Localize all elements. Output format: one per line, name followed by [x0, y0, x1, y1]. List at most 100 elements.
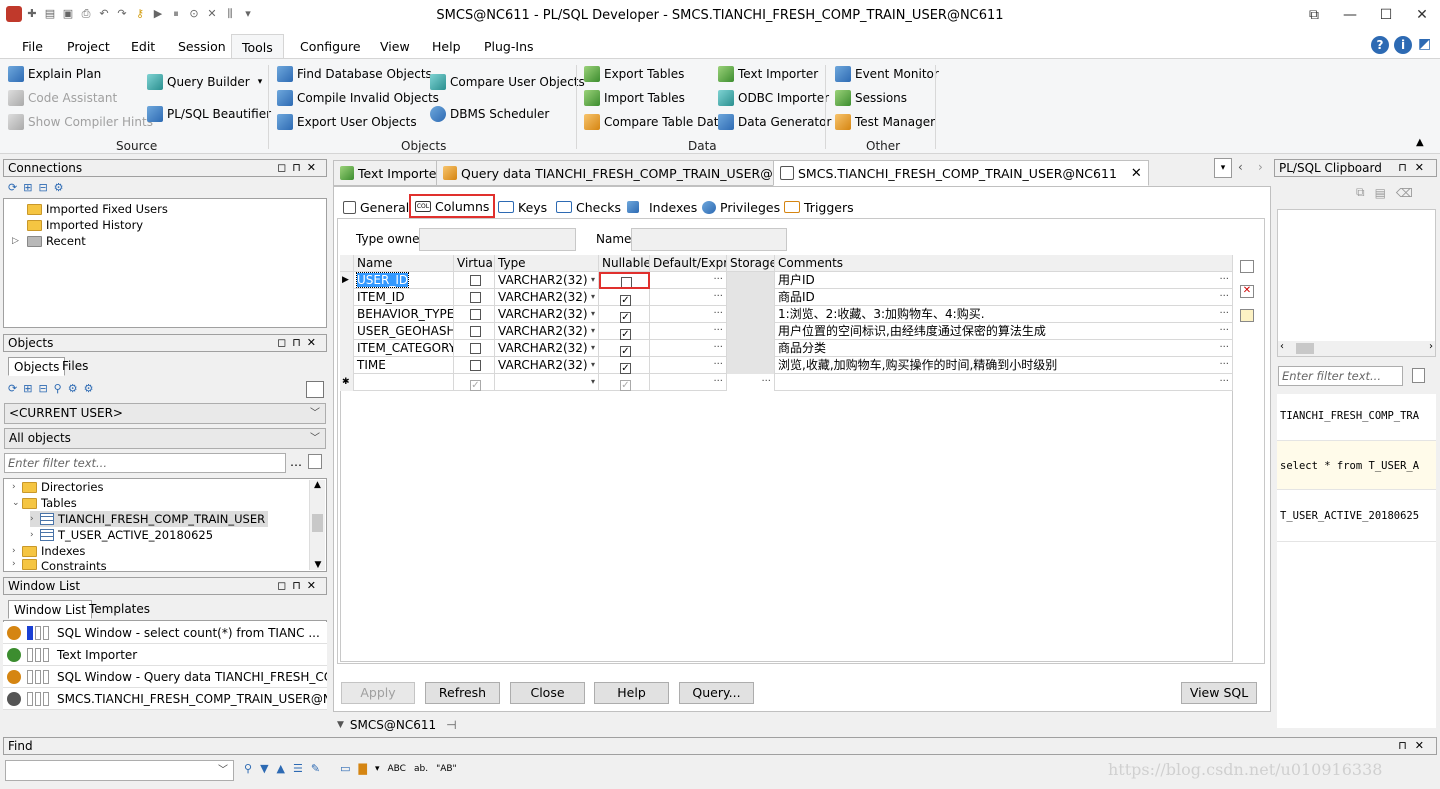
tree-item[interactable]: ⌄ Tables	[12, 495, 77, 511]
scroll-thumb[interactable]	[1296, 343, 1314, 354]
cell-nullable[interactable]: ✓	[599, 289, 650, 306]
user-select[interactable]: <CURRENT USER> ﹀	[4, 403, 326, 424]
collapse-ribbon-icon[interactable]: ▲	[1416, 137, 1424, 148]
chevron-right-icon[interactable]: ›	[12, 482, 22, 492]
tab-keys[interactable]: Keys	[498, 196, 547, 218]
refresh-icon[interactable]: ⟳	[8, 181, 17, 194]
tree-item-selected[interactable]: › TIANCHI_FRESH_COMP_TRAIN_USER	[30, 511, 269, 527]
cell-storage[interactable]: ···	[727, 374, 775, 391]
tab-window-list[interactable]: Window List	[8, 600, 93, 619]
chevron-right-icon[interactable]: ›	[12, 559, 22, 569]
header-nullable[interactable]: Nullable	[599, 255, 650, 272]
chevron-down-icon[interactable]: ⌄	[12, 498, 22, 508]
table-row[interactable]: BEHAVIOR_TYPE VARCHAR2(32) ▾ ✓ ··· 1:浏览、2:收藏、…	[340, 306, 1233, 323]
tab-indexes[interactable]: Indexes	[627, 196, 697, 218]
cell-virtual[interactable]	[454, 357, 495, 374]
cell-nullable[interactable]: ✓	[599, 306, 650, 323]
cell-name[interactable]: ITEM_CATEGORY	[354, 340, 454, 357]
cell-virtual[interactable]: ✓	[454, 374, 495, 391]
cell-virtual[interactable]	[454, 340, 495, 357]
export-user-objects-button[interactable]: Export User Objects	[277, 114, 417, 130]
table-row[interactable]: ▶ USER_ID VARCHAR2(32) ▾ ··· 用户ID ···	[340, 272, 1233, 289]
objects-filter-input[interactable]: Enter filter text...	[4, 453, 286, 473]
tree-item[interactable]: Imported History	[27, 217, 143, 233]
tree-item[interactable]: › Constraints	[12, 559, 107, 570]
cell-name[interactable]: USER_GEOHASH	[354, 323, 454, 340]
expand-icon[interactable]: ⊞	[23, 181, 32, 194]
edit-ellipsis-icon[interactable]: ···	[713, 306, 723, 322]
help-button[interactable]: Help	[594, 682, 669, 704]
table-row[interactable]: USER_GEOHASH VARCHAR2(32) ▾ ✓ ··· 用户位置的空间标识,由…	[340, 323, 1233, 340]
clipboard-filter-input[interactable]: Enter filter text...	[1278, 366, 1403, 386]
clipboard-hscrollbar[interactable]: ‹ ›	[1278, 341, 1435, 356]
code-assistant-button[interactable]: Code Assistant	[8, 90, 117, 106]
cell-default[interactable]: ···	[650, 289, 727, 306]
doc-tab-table-properties[interactable]: SMCS.TIANCHI_FRESH_COMP_TRAIN_USER@NC611…	[773, 160, 1149, 186]
compare-table-data-button[interactable]: Compare Table Data	[584, 114, 726, 130]
virtual-checkbox[interactable]	[470, 275, 481, 286]
window-scope-icon[interactable]: ▭	[340, 762, 350, 775]
refresh-button[interactable]: Refresh	[425, 682, 500, 704]
menu-project[interactable]: Project	[67, 39, 110, 54]
type-dropdown-icon[interactable]: ▾	[591, 357, 595, 373]
chevron-right-icon[interactable]: ›	[30, 514, 40, 524]
edit-ellipsis-icon[interactable]: ···	[1219, 357, 1229, 373]
nullable-checkbox[interactable]: ✓	[620, 329, 631, 340]
event-monitor-button[interactable]: Event Monitor	[835, 66, 939, 82]
plsql-beautifier-button[interactable]: PL/SQL Beautifier	[147, 106, 271, 122]
tab-list-dropdown[interactable]: ▾	[1214, 158, 1232, 178]
help-icon[interactable]: ?	[1371, 36, 1389, 54]
object-type-select[interactable]: All objects ﹀	[4, 428, 326, 449]
virtual-checkbox[interactable]	[470, 292, 481, 303]
connection-tab[interactable]: ▼ SMCS@NC611 ⊣	[333, 716, 457, 734]
virtual-checkbox[interactable]	[470, 326, 481, 337]
cell-storage[interactable]	[727, 306, 775, 323]
panel-controls-icon[interactable]: ◻⊓✕	[277, 160, 322, 176]
table-row[interactable]: ITEM_CATEGORY VARCHAR2(32) ▾ ✓ ··· 商品分类 ···	[340, 340, 1233, 357]
more-options-icon[interactable]: …	[290, 455, 302, 469]
copy-icon[interactable]: ⧉	[1356, 185, 1365, 200]
duplicate-column-icon[interactable]	[1240, 309, 1254, 322]
restore-ribbon-icon[interactable]: ⧉	[1296, 0, 1332, 32]
cell-comments[interactable]: 1:浏览、2:收藏、3:加购物车、4:购买. ···	[775, 306, 1233, 323]
clipboard-item[interactable]: TIANCHI_FRESH_COMP_TRA	[1280, 410, 1435, 422]
edit-ellipsis-icon[interactable]: ···	[1219, 374, 1229, 390]
scroll-tabs-right-icon[interactable]: ›	[1258, 160, 1263, 174]
cell-type[interactable]: ▾	[495, 374, 599, 391]
dbms-scheduler-button[interactable]: DBMS Scheduler	[430, 106, 549, 122]
objects-scrollbar[interactable]: ▲ ▼	[309, 480, 325, 570]
tab-columns[interactable]: COL Columns	[409, 194, 496, 218]
cell-default[interactable]: ···	[650, 272, 727, 289]
close-editor-button[interactable]: Close	[510, 682, 585, 704]
edit-ellipsis-icon[interactable]: ···	[713, 374, 723, 390]
edit-ellipsis-icon[interactable]: ···	[1219, 306, 1229, 322]
type-dropdown-icon[interactable]: ▾	[591, 306, 595, 322]
menu-session[interactable]: Session	[178, 39, 226, 54]
find-input[interactable]: ﹀	[5, 760, 234, 781]
cell-storage[interactable]	[727, 323, 775, 340]
cell-comments[interactable]: 商品分类 ···	[775, 340, 1233, 357]
header-default[interactable]: Default/Expr.	[650, 255, 727, 272]
export-tables-button[interactable]: Export Tables	[584, 66, 684, 82]
chevron-right-icon[interactable]: ›	[30, 530, 40, 540]
new-filter-icon[interactable]	[308, 454, 322, 469]
cell-name[interactable]: USER_ID	[354, 272, 454, 289]
cell-comments[interactable]: 用户位置的空间标识,由经纬度通过保密的算法生成 ···	[775, 323, 1233, 340]
configure-connections-icon[interactable]: ⚙	[54, 181, 64, 194]
tree-item[interactable]: › Directories	[12, 479, 103, 495]
cell-nullable[interactable]: ✓	[599, 357, 650, 374]
virtual-checkbox[interactable]: ✓	[470, 380, 481, 391]
explain-plan-button[interactable]: Explain Plan	[8, 66, 101, 82]
cell-nullable[interactable]: ✓	[599, 340, 650, 357]
tree-item[interactable]: ▷ Recent	[12, 233, 86, 249]
close-tab-icon[interactable]: ✕	[1131, 166, 1142, 181]
edit-ellipsis-icon[interactable]: ···	[713, 272, 723, 288]
chevron-right-icon[interactable]: ›	[12, 546, 22, 556]
header-type[interactable]: Type	[495, 255, 599, 272]
header-virtual[interactable]: Virtual	[454, 255, 495, 272]
table-row[interactable]: TIME VARCHAR2(32) ▾ ✓ ··· 浏览,收藏,加购物车,购买操作的时间,…	[340, 357, 1233, 374]
collapse-icon[interactable]: ⊟	[38, 181, 47, 194]
compare-user-objects-button[interactable]: Compare User Objects	[430, 74, 585, 90]
cell-virtual[interactable]	[454, 306, 495, 323]
close-button[interactable]: ✕	[1404, 0, 1440, 32]
